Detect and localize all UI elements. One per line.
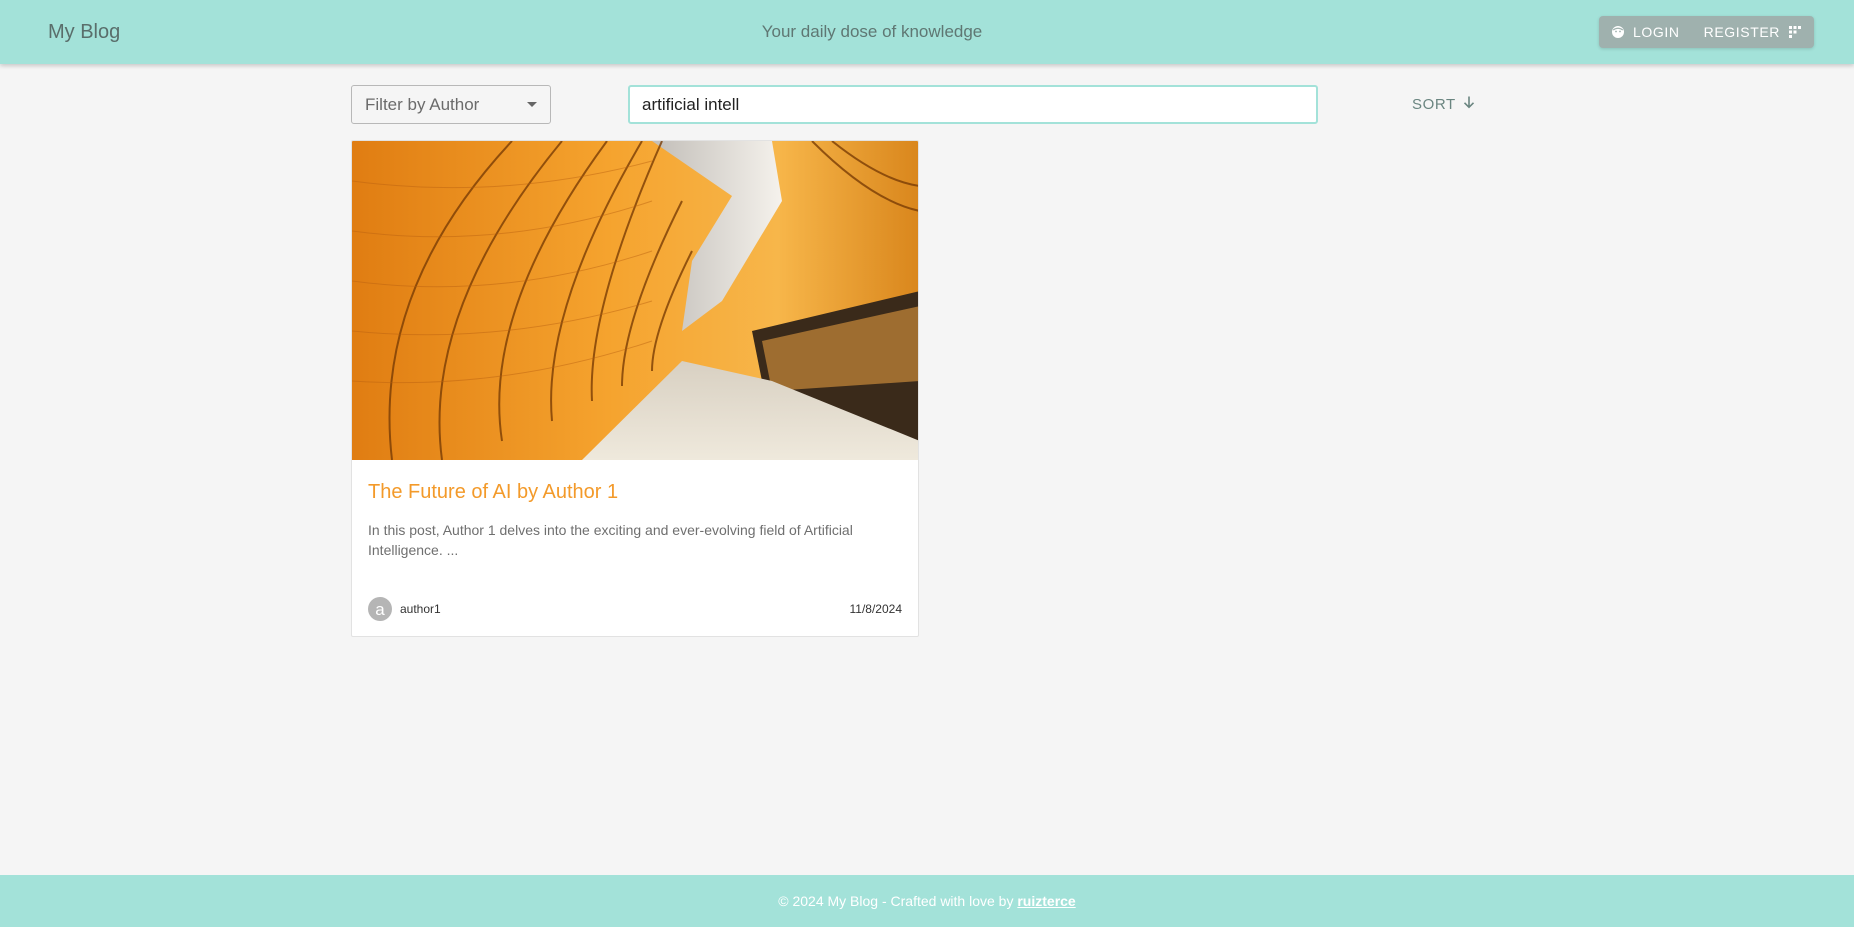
footer-text: © 2024 My Blog - Crafted with love by bbox=[778, 893, 1018, 909]
post-card[interactable]: The Future of AI by Author 1 In this pos… bbox=[351, 140, 919, 637]
sort-button[interactable]: SORT bbox=[1412, 92, 1476, 116]
post-author: author1 bbox=[400, 602, 441, 616]
grid-icon bbox=[1788, 25, 1802, 39]
post-title[interactable]: The Future of AI by Author 1 bbox=[368, 481, 904, 504]
caret-down-icon bbox=[527, 102, 537, 107]
auth-button-group: LOGIN REGISTER bbox=[1599, 16, 1814, 48]
app-footer: © 2024 My Blog - Crafted with love by ru… bbox=[0, 875, 1854, 927]
post-date: 11/8/2024 bbox=[849, 602, 903, 616]
app-header: My Blog Your daily dose of knowledge LOG… bbox=[0, 0, 1854, 64]
register-button[interactable]: REGISTER bbox=[1692, 16, 1814, 48]
avatar: a bbox=[368, 597, 392, 621]
footer-author-link[interactable]: ruizterce bbox=[1017, 893, 1075, 909]
post-excerpt: In this post, Author 1 delves into the e… bbox=[368, 522, 853, 558]
face-icon bbox=[1611, 25, 1625, 39]
sort-label: SORT bbox=[1412, 95, 1456, 113]
author-filter-placeholder: Filter by Author bbox=[365, 94, 480, 114]
post-cover-image bbox=[352, 141, 918, 460]
author-filter-select[interactable]: Filter by Author bbox=[351, 85, 551, 124]
arrow-down-icon bbox=[1462, 95, 1476, 113]
register-label: REGISTER bbox=[1703, 24, 1780, 40]
login-label: LOGIN bbox=[1633, 24, 1680, 40]
search-input[interactable] bbox=[628, 85, 1318, 124]
tagline: Your daily dose of knowledge bbox=[761, 22, 983, 41]
login-button[interactable]: LOGIN bbox=[1599, 16, 1692, 48]
